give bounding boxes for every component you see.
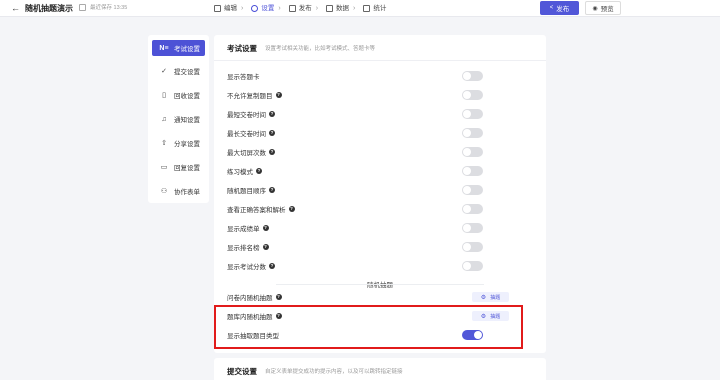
- setting-row: 最长交卷时间?: [227, 130, 275, 138]
- help-icon[interactable]: ?: [262, 244, 269, 250]
- sidebar-item-notify-settings[interactable]: ♫ 通知设置: [152, 111, 205, 127]
- panel-subtitle: 自定义表单提交成功的提示内容，以及可以跳转指定链接: [265, 369, 403, 375]
- setting-row: 查看正确答案和解析?: [227, 206, 295, 214]
- page-title: 随机抽题演示: [25, 4, 73, 13]
- toggle-min-submit-time[interactable]: [462, 109, 483, 119]
- publish-button[interactable]: < 发布: [540, 1, 579, 15]
- sidebar-item-exam-settings[interactable]: N≡ 考试设置: [152, 40, 205, 56]
- setting-row: 显示答题卡: [227, 74, 260, 81]
- toggle-show-answer-card[interactable]: [462, 71, 483, 81]
- settings-sidebar: N≡ 考试设置 ✓ 提交设置 ▯ 回收设置 ♫ 通知设置 ⇧ 分享设置 ▭ 回复设置 ⚇ 协作…: [148, 35, 209, 203]
- step-settings[interactable]: 设置: [251, 3, 274, 14]
- collaborate-icon: ⚇: [160, 188, 168, 195]
- back-arrow-icon[interactable]: ←: [11, 3, 20, 14]
- section-divider-random: 随机抽题: [214, 279, 546, 289]
- edit-icon: [214, 5, 221, 12]
- stats-icon: [363, 5, 371, 12]
- step-stats[interactable]: 统计: [363, 3, 386, 14]
- save-icon: [79, 4, 86, 11]
- toggle-show-score[interactable]: [462, 261, 483, 271]
- setting-row: 显示成绩单?: [227, 225, 269, 233]
- help-icon[interactable]: ?: [269, 263, 275, 269]
- gear-icon: ⚙: [480, 294, 487, 301]
- eye-icon: ◉: [592, 5, 598, 12]
- setting-row: 问卷内随机抽题?: [227, 294, 282, 302]
- sidebar-item-share-settings[interactable]: ⇧ 分享设置: [152, 135, 205, 151]
- help-icon[interactable]: ?: [269, 111, 275, 117]
- step-nav: 编辑 › 设置 › 发布 › 数据 › 统计: [214, 3, 390, 14]
- top-bar: ← 随机抽题演示 最近保存 13:35 编辑 › 设置 › 发布 › 数据 › 统计 <…: [0, 0, 720, 17]
- chevron-right-icon: ›: [315, 5, 319, 12]
- exam-settings-icon: N≡: [159, 44, 169, 52]
- setting-row: 显示考试分数?: [227, 263, 275, 271]
- reply-icon: ▭: [160, 164, 168, 171]
- gear-icon: [251, 5, 259, 12]
- toggle-max-submit-time[interactable]: [462, 128, 483, 138]
- setting-row: 最短交卷时间?: [227, 111, 275, 119]
- sidebar-item-collect-settings[interactable]: ▯ 回收设置: [152, 87, 205, 103]
- help-icon[interactable]: ?: [288, 206, 295, 212]
- step-edit[interactable]: 编辑: [214, 3, 237, 14]
- setting-row: 练习模式?: [227, 168, 262, 176]
- toggle-show-ranking[interactable]: [462, 242, 483, 252]
- chevron-right-icon: ›: [278, 5, 281, 12]
- setting-row: 最大切屏次数?: [227, 149, 275, 157]
- preview-button[interactable]: ◉ 预览: [585, 1, 621, 15]
- help-icon[interactable]: ?: [275, 294, 282, 300]
- help-icon[interactable]: ?: [256, 168, 262, 174]
- draw-questions-button[interactable]: ⚙ 抽题: [472, 292, 509, 302]
- sidebar-item-reply-settings[interactable]: ▭ 回复设置: [152, 159, 205, 175]
- setting-row: 随机题目顺序?: [227, 187, 275, 195]
- send-icon: [288, 5, 296, 12]
- panel-title: 考试设置: [227, 44, 257, 53]
- help-icon[interactable]: ?: [269, 149, 275, 155]
- help-icon[interactable]: ?: [269, 130, 275, 136]
- toggle-show-answers[interactable]: [462, 204, 483, 214]
- toggle-practice-mode[interactable]: [462, 166, 483, 176]
- share-icon: ⇧: [161, 140, 167, 147]
- help-icon[interactable]: ?: [275, 92, 282, 98]
- highlight-box: [214, 305, 523, 349]
- chevron-right-icon: ›: [353, 5, 356, 12]
- data-icon: [326, 5, 334, 12]
- chevron-right-icon: ›: [241, 5, 244, 12]
- step-data[interactable]: 数据: [326, 3, 349, 14]
- bell-icon: ♫: [161, 115, 167, 123]
- toggle-no-copy[interactable]: [462, 90, 483, 100]
- submit-settings-panel: 提交设置 自定义表单提交成功的提示内容，以及可以跳转指定链接: [214, 358, 546, 380]
- share-icon: <: [549, 5, 554, 11]
- collect-icon: ▯: [162, 92, 166, 99]
- submit-icon: ✓: [161, 68, 167, 75]
- toggle-random-order[interactable]: [462, 185, 483, 195]
- help-icon[interactable]: ?: [262, 225, 269, 231]
- setting-row: 不允许复制题目?: [227, 92, 282, 100]
- panel-title: 提交设置: [227, 367, 257, 376]
- save-status: 最近保存 13:35: [90, 5, 128, 11]
- panel-header: 考试设置 设置考试相关功能，比如考试模式、答题卡等: [214, 35, 546, 61]
- sidebar-item-submit-settings[interactable]: ✓ 提交设置: [152, 63, 205, 79]
- toggle-max-switch-screen[interactable]: [462, 147, 483, 157]
- setting-row: 显示排名榜?: [227, 244, 269, 252]
- help-icon[interactable]: ?: [269, 187, 275, 193]
- step-publish[interactable]: 发布: [288, 3, 312, 14]
- toggle-show-report[interactable]: [462, 223, 483, 233]
- panel-subtitle: 设置考试相关功能，比如考试模式、答题卡等: [265, 46, 376, 52]
- sidebar-item-collaborate-form[interactable]: ⚇ 协作表单: [152, 183, 205, 199]
